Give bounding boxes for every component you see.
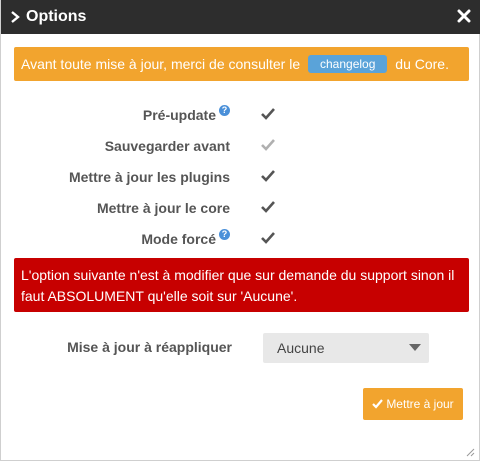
option-label-pre-update: Pré-update? [143,105,230,124]
caret-down-icon [409,344,421,351]
help-icon[interactable]: ? [219,229,230,240]
help-icon[interactable]: ? [219,105,230,116]
checkbox-mode-force[interactable] [260,231,276,245]
option-label-text: Pré-update [142,107,216,123]
warning-text-before: Avant toute mise à jour, merci de consul… [21,56,301,72]
dialog-title: Options [26,8,87,25]
option-label-plugins: Mettre à jour les plugins [69,168,230,186]
option-label-text: Sauvegarder avant [104,138,230,154]
option-label-mode-force: Mode forcé? [141,229,230,248]
close-icon[interactable] [457,9,471,23]
support-warning: L'option suivante n'est à modifier que s… [14,258,469,312]
checkbox-core[interactable] [260,200,276,214]
dialog-titlebar[interactable]: Options [1,0,480,34]
checkbox-plugins[interactable] [260,169,276,183]
option-label-text: Mettre à jour les plugins [68,169,230,185]
resize-grip-icon[interactable] [465,447,475,457]
options-dialog: Options Avant toute mise à jour, merci d… [0,0,480,461]
update-button-label: Mettre à jour [386,397,454,411]
checkbox-sauvegarder-avant[interactable] [260,138,276,152]
reapply-label: Mise à jour à réappliquer [67,339,232,355]
option-label-text: Mode forcé [141,231,216,247]
chevron-right-icon [11,11,20,23]
changelog-warning: Avant toute mise à jour, merci de consul… [14,47,469,81]
checkbox-pre-update[interactable] [260,107,276,121]
changelog-button[interactable]: changelog [308,55,388,73]
option-label-core: Mettre à jour le core [97,199,230,217]
check-icon [372,399,384,409]
option-label-sauvegarder: Sauvegarder avant [105,137,230,155]
option-label-text: Mettre à jour le core [96,200,230,216]
warning-text-after: du Core. [395,56,449,72]
reapply-selected-value: Aucune [277,340,325,356]
update-button[interactable]: Mettre à jour [363,388,463,420]
reapply-select[interactable]: Aucune [263,333,429,363]
